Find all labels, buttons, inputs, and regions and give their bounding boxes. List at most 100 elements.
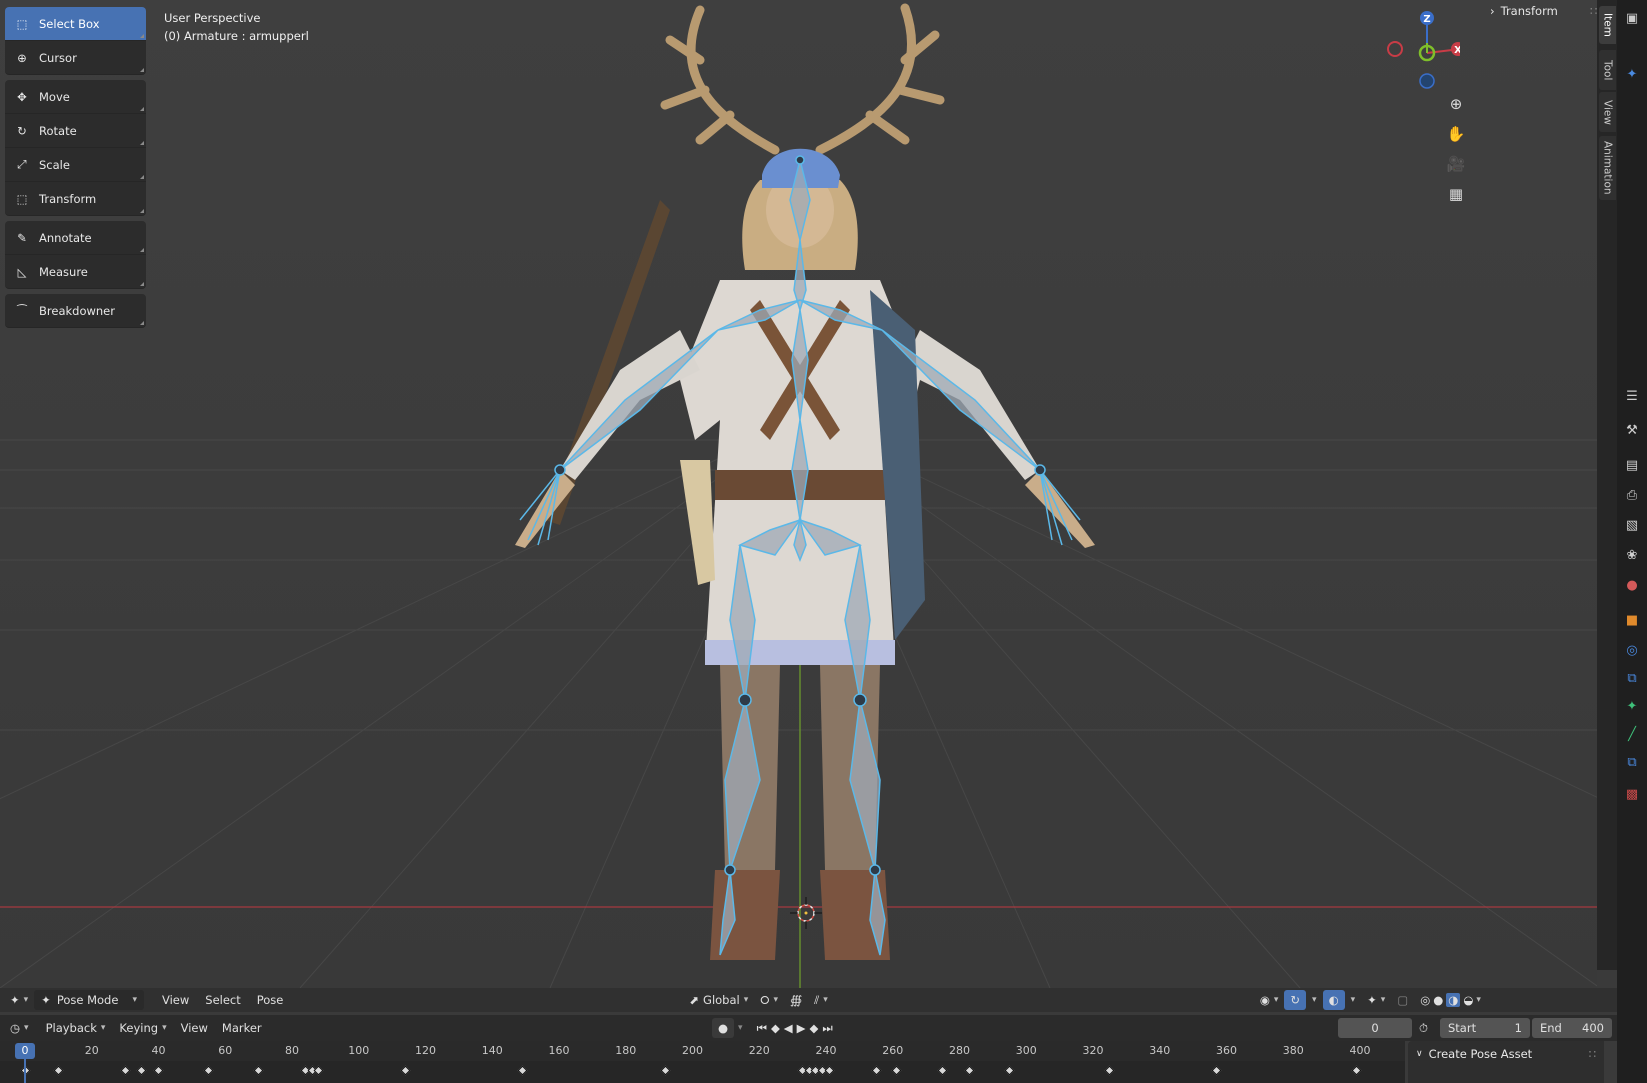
npanel-transform-header[interactable]: › Transform ∷: [1490, 4, 1597, 18]
navigation-gizmo[interactable]: Z X: [1380, 8, 1460, 98]
keyframe[interactable]: [53, 1065, 64, 1076]
gizmo-neg-z-axis[interactable]: [1419, 73, 1435, 89]
playhead[interactable]: 0: [15, 1043, 35, 1059]
frame-ruler[interactable]: 0 20 40 60 80 100 120 140 160 180 200 220 240 260 280 3…: [0, 1041, 1405, 1061]
camera-view-icon[interactable]: 🎥: [1443, 151, 1469, 177]
create-pose-asset-header[interactable]: ∨ Create Pose Asset ∷: [1408, 1041, 1604, 1067]
keyframe[interactable]: [153, 1065, 164, 1076]
keyframe[interactable]: [517, 1065, 528, 1076]
editor-type-selector[interactable]: ✦ ▾: [4, 990, 34, 1010]
keyframe[interactable]: [1211, 1065, 1222, 1076]
keyframe[interactable]: [937, 1065, 948, 1076]
keyframe[interactable]: [1351, 1065, 1362, 1076]
npanel-tab-animation[interactable]: Animation: [1599, 136, 1616, 200]
snap-toggle[interactable]: ∰: [784, 990, 808, 1010]
physics-icon[interactable]: ◎: [1622, 640, 1642, 660]
ortho-grid-icon[interactable]: ▦: [1443, 181, 1469, 207]
rendered-shading-icon[interactable]: ◒: [1463, 993, 1473, 1007]
menu-pose[interactable]: Pose: [249, 990, 292, 1010]
keyframe[interactable]: [660, 1065, 671, 1076]
start-frame-field[interactable]: Start 1: [1440, 1018, 1530, 1038]
npanel-tab-item[interactable]: Item: [1599, 6, 1616, 44]
overlays-toggle[interactable]: ◐: [1322, 990, 1345, 1010]
keyframe[interactable]: [400, 1065, 411, 1076]
zoom-icon[interactable]: ⊕: [1443, 91, 1469, 117]
tool-select-box[interactable]: ⬚ Select Box: [5, 7, 146, 41]
solid-shading-icon[interactable]: ●: [1433, 993, 1443, 1007]
drag-handle-icon[interactable]: ∷: [1589, 1047, 1596, 1061]
play-reverse-icon[interactable]: ◀: [784, 1021, 793, 1035]
keyframe[interactable]: [253, 1065, 264, 1076]
timeline-menu-playback[interactable]: Playback ▾: [39, 1018, 113, 1038]
wireframe-shading-icon[interactable]: ◎: [1420, 993, 1430, 1007]
material-shading-icon[interactable]: ◑: [1446, 993, 1461, 1007]
bone-overlay-selector[interactable]: ✦ ▾: [1361, 990, 1391, 1010]
xray-toggle[interactable]: ▢: [1391, 990, 1414, 1010]
bone-properties-icon[interactable]: ╱: [1622, 724, 1642, 744]
drag-handle-icon[interactable]: ∷: [1590, 4, 1597, 18]
tool-properties-icon[interactable]: ⚒: [1622, 420, 1642, 440]
object-properties-icon[interactable]: ■: [1622, 610, 1642, 630]
snap-target-selector[interactable]: ⫽ ▾: [808, 990, 834, 1010]
keyframe[interactable]: [1104, 1065, 1115, 1076]
tool-annotate[interactable]: ✎ Annotate: [5, 221, 146, 255]
transform-orientation-selector[interactable]: ⬈ Global ▾: [683, 990, 754, 1010]
scene-properties-icon[interactable]: ❀: [1622, 545, 1642, 565]
pivot-point-selector[interactable]: ⭘ ▾: [754, 990, 784, 1010]
mode-selector[interactable]: ✦ Pose Mode ▾: [34, 990, 144, 1010]
next-keyframe-icon[interactable]: ◆: [810, 1021, 819, 1035]
gizmo-toggle[interactable]: ↻: [1284, 990, 1307, 1010]
tool-cursor[interactable]: ⊕ Cursor: [5, 41, 146, 75]
jump-start-icon[interactable]: ⏮: [757, 1021, 767, 1036]
keyframe[interactable]: [136, 1065, 147, 1076]
use-preview-range-icon[interactable]: ⏱: [1419, 1021, 1428, 1036]
keyframe[interactable]: [313, 1065, 324, 1076]
bone-constraint-icon[interactable]: ⧉: [1622, 752, 1642, 772]
menu-select[interactable]: Select: [197, 990, 248, 1010]
3d-viewport[interactable]: User Perspective (0) Armature : armupper…: [0, 0, 1597, 988]
timeline-menu-view[interactable]: View: [174, 1018, 215, 1038]
render-properties-icon[interactable]: ▤: [1622, 455, 1642, 475]
tool-move[interactable]: ✥ Move: [5, 80, 146, 114]
tool-breakdowner[interactable]: ⁀ Breakdowner: [5, 294, 146, 328]
prev-keyframe-icon[interactable]: ◆: [771, 1021, 780, 1035]
npanel-tab-view[interactable]: View: [1599, 92, 1616, 132]
timeline-editor-type[interactable]: ◷ ▾: [4, 1018, 35, 1038]
current-frame-field[interactable]: 0: [1338, 1018, 1412, 1038]
view-layer-icon[interactable]: ▧: [1622, 515, 1642, 535]
chevron-down-icon[interactable]: ▾: [738, 1023, 743, 1033]
tool-measure[interactable]: ◺ Measure: [5, 255, 146, 289]
tool-rotate[interactable]: ↻ Rotate: [5, 114, 146, 148]
tool-transform[interactable]: ⬚ Transform: [5, 182, 146, 216]
record-button[interactable]: ●: [712, 1018, 735, 1038]
chevron-down-icon[interactable]: ▾: [1476, 995, 1481, 1005]
timeline-area[interactable]: 0 20 40 60 80 100 120 140 160 180 200 220 240 260 280 3…: [0, 1041, 1405, 1083]
keyframe[interactable]: [203, 1065, 214, 1076]
overlays-options[interactable]: ▾: [1345, 990, 1362, 1010]
keyframe[interactable]: [891, 1065, 902, 1076]
object-data-armature-icon[interactable]: ✦: [1622, 696, 1642, 716]
npanel-tab-tool[interactable]: Tool: [1599, 50, 1616, 90]
play-icon[interactable]: ▶: [797, 1021, 806, 1035]
constraints-icon[interactable]: ⧉: [1622, 668, 1642, 688]
gizmo-neg-x-axis[interactable]: [1387, 41, 1403, 57]
keyframe[interactable]: [871, 1065, 882, 1076]
end-frame-field[interactable]: End 400: [1532, 1018, 1612, 1038]
jump-end-icon[interactable]: ⏭: [822, 1021, 832, 1036]
keyframe[interactable]: [1004, 1065, 1015, 1076]
keyframe[interactable]: [824, 1065, 835, 1076]
timeline-menu-marker[interactable]: Marker: [215, 1018, 269, 1038]
output-properties-icon[interactable]: ⎙: [1622, 485, 1642, 505]
timeline-menu-keying[interactable]: Keying ▾: [112, 1018, 173, 1038]
pan-hand-icon[interactable]: ✋: [1443, 121, 1469, 147]
keyframe[interactable]: [964, 1065, 975, 1076]
armature-pose-icon[interactable]: ✦: [1622, 64, 1642, 84]
editor-type-icon[interactable]: ▣: [1622, 8, 1642, 28]
tool-scale[interactable]: ⤢ Scale: [5, 148, 146, 182]
keyframe[interactable]: [120, 1065, 131, 1076]
texture-properties-icon[interactable]: ▩: [1622, 784, 1642, 804]
world-properties-icon[interactable]: ●: [1622, 575, 1642, 595]
gizmo-options[interactable]: ▾: [1306, 990, 1323, 1010]
options-icon[interactable]: ☰: [1622, 386, 1642, 406]
visibility-selector[interactable]: ◉ ▾: [1254, 990, 1285, 1010]
